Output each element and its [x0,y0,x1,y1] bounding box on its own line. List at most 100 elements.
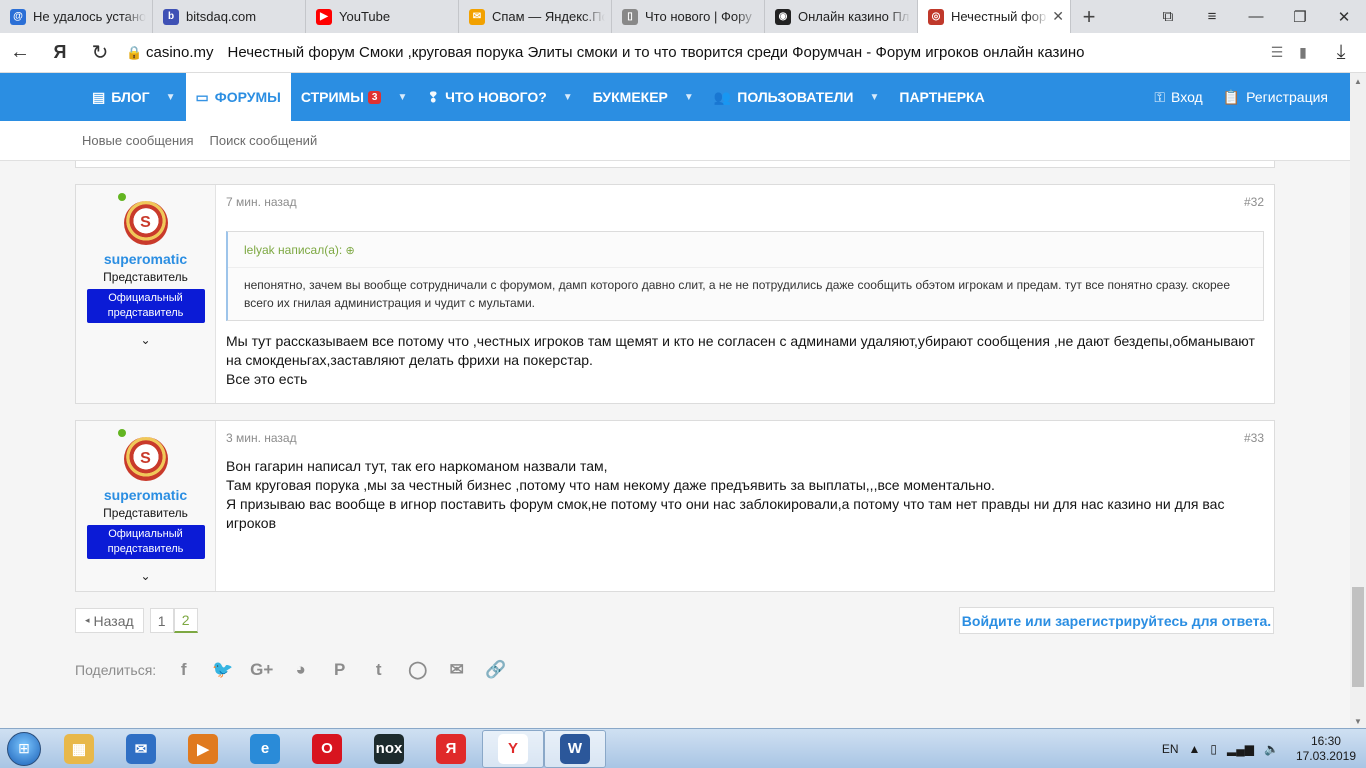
browser-tab[interactable]: @ Не удалось установ [0,0,153,33]
post-time[interactable]: 7 мин. назад [226,195,297,209]
browser-tab[interactable]: ✉ Спам — Яндекс.По [459,0,612,33]
reader-mode-icon[interactable]: ☰ [1264,44,1290,61]
tab-search-icon[interactable]: ⧉ [1146,8,1190,25]
url-domain: casino.my [146,44,214,61]
browser-tab[interactable]: ▯ Что нового | Фору [612,0,765,33]
casino-icon: ◉ [775,8,791,25]
search-posts-link[interactable]: Поиск сообщений [210,133,318,148]
taskbar-app[interactable]: e [234,730,296,768]
tumblr-icon[interactable]: t [359,660,398,680]
browser-tab[interactable]: ▶ YouTube [306,0,459,33]
tab-title: Что нового | Фору [645,9,752,24]
site-navbar: ▤ БЛОГ ▼ ▭ ФОРУМЫ СТРИМЫ 3 ▼ ❢ ЧТО НОВОГО? ▼ БУКМЕК… [0,73,1350,121]
new-tab-button[interactable]: + [1071,0,1107,33]
yandex-home-icon[interactable]: Я [40,42,80,63]
nav-label: ПАРТНЕРКА [899,89,985,105]
email-icon[interactable]: ✉ [437,660,476,680]
browser-tab[interactable]: ◎ Нечестный фор ✕ [918,0,1071,33]
nav-item[interactable]: ❢ ЧТО НОВОГО? [417,73,556,121]
nav-item[interactable]: 👥 ПОЛЬЗОВАТЕЛИ [704,73,864,121]
chevron-down-icon[interactable]: ⌄ [140,333,150,347]
forum-icon: ▭ [195,88,209,105]
taskbar-app[interactable]: Я [420,730,482,768]
username-link[interactable]: superomatic [104,487,187,503]
minimize-button[interactable]: — [1234,8,1278,25]
login-link[interactable]: ⚿ Вход [1144,73,1212,121]
register-link[interactable]: 📋 Регистрация [1213,73,1338,121]
chevron-down-icon[interactable]: ⌄ [140,569,150,583]
downloads-icon[interactable]: ⤓ [1316,41,1366,64]
quote-author: lelyak написал(а): [244,243,343,257]
pinterest-icon[interactable]: P [320,660,359,680]
post-number[interactable]: #33 [1244,431,1264,445]
online-indicator [118,193,126,201]
count-badge: 3 [367,90,382,104]
prev-page-button[interactable]: ◂ Назад [75,608,144,633]
menu-icon[interactable]: ≡ [1190,8,1234,25]
clock[interactable]: 16:30 17.03.2019 [1296,734,1356,764]
nav-item[interactable]: ПАРТНЕРКА [889,73,994,121]
nav-item[interactable]: ▤ БЛОГ [82,73,160,121]
close-window-button[interactable]: ✕ [1322,8,1366,26]
user-banner: Официальный представитель [86,289,205,323]
taskbar-app[interactable]: ✉ [110,730,172,768]
show-hidden-icons-icon[interactable]: ▲ [1189,742,1201,756]
language-indicator[interactable]: EN [1162,742,1179,756]
post-time[interactable]: 3 мин. назад [226,431,297,445]
taskbar-app[interactable]: W [544,729,606,768]
nav-item[interactable]: СТРИМЫ 3 [291,73,392,121]
post-number[interactable]: #32 [1244,195,1264,209]
page-scrollbar[interactable]: ▲ ▼ [1350,73,1366,729]
quote-header[interactable]: lelyak написал(а): ⊕ [228,232,1263,267]
yandex-mail-icon: @ [10,8,26,25]
login-to-reply-button[interactable]: Войдите или зарегистрируйтесь для ответа… [959,607,1274,634]
scroll-down-icon[interactable]: ▼ [1350,713,1366,729]
nav-item[interactable]: ▭ ФОРУМЫ [185,73,291,121]
reload-button[interactable]: ↻ [80,40,120,65]
page-2-current[interactable]: 2 [173,608,198,633]
online-indicator [118,429,126,437]
reddit-icon[interactable]: ◕ [281,660,320,680]
avatar[interactable]: S [123,437,168,481]
caret-down-icon[interactable]: ▼ [863,92,889,103]
close-tab-icon[interactable]: ✕ [1052,8,1064,25]
nav-label: ЧТО НОВОГО? [445,89,547,105]
taskbar-app[interactable]: nox [358,730,420,768]
device-icon[interactable]: ▯ [1210,742,1217,756]
bookmark-icon[interactable]: ▮ [1290,44,1316,61]
nav-item[interactable]: БУКМЕКЕР [583,73,678,121]
scroll-thumb[interactable] [1352,587,1364,687]
taskbar-app[interactable]: ▶ [172,730,234,768]
taskbar-app[interactable]: Y [482,729,544,768]
key-icon: ⚿ [1154,88,1166,105]
facebook-icon[interactable]: f [164,660,203,680]
google-plus-icon[interactable]: G+ [242,660,281,680]
taskbar-app[interactable]: O [296,730,358,768]
scroll-up-icon[interactable]: ▲ [1350,73,1366,89]
tab-title: Онлайн казино Пл [798,9,910,24]
whatsapp-icon[interactable]: ◯ [398,660,437,680]
avatar[interactable]: S [123,201,168,245]
media-player-icon: ▶ [188,733,218,764]
caret-down-icon[interactable]: ▼ [557,92,583,103]
network-signal-icon[interactable]: ▂▄▆ [1227,742,1254,756]
caret-down-icon[interactable]: ▼ [678,92,704,103]
twitter-icon[interactable]: 🐦 [203,660,242,680]
volume-icon[interactable]: 🔈 [1264,742,1279,756]
page-icon: ▯ [622,8,638,25]
expand-quote-icon[interactable]: ⊕ [346,245,355,257]
link-icon[interactable]: 🔗 [476,660,515,680]
new-posts-link[interactable]: Новые сообщения [82,133,194,148]
username-link[interactable]: superomatic [104,251,187,267]
back-button[interactable]: ← [0,41,40,64]
page-1-link[interactable]: 1 [149,608,174,633]
caret-down-icon[interactable]: ▼ [391,92,417,103]
pagination: ◂ Назад 1 2 [75,608,198,633]
taskbar-app[interactable]: ▦ [48,730,110,768]
browser-tab[interactable]: ◉ Онлайн казино Пл [765,0,918,33]
maximize-button[interactable]: ❐ [1278,8,1322,26]
caret-down-icon[interactable]: ▼ [160,92,186,103]
browser-tab[interactable]: b bitsdaq.com [153,0,306,33]
url-field[interactable]: 🔒 casino.my Нечестный форум Смоки ,круго… [120,38,1264,68]
start-button[interactable]: ⊞ [0,729,48,768]
